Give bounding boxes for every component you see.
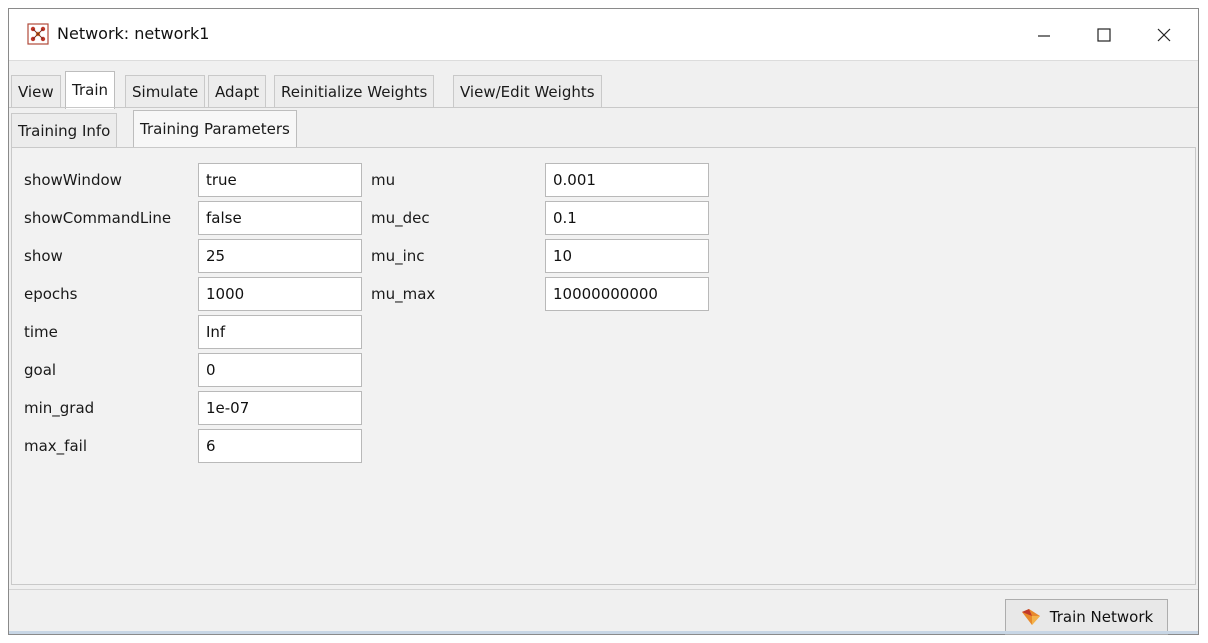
minimize-button[interactable] [1014, 9, 1074, 60]
param-input-showcommandline[interactable] [198, 201, 362, 235]
train-network-label: Train Network [1049, 608, 1154, 626]
param-input-mu[interactable] [545, 163, 709, 197]
tab-view-edit-weights[interactable]: View/Edit Weights [453, 75, 602, 108]
param-label-show: show [24, 247, 63, 265]
tab-training-info[interactable]: Training Info [11, 113, 118, 147]
tab-bar-divider [9, 107, 1198, 108]
footer-divider [9, 589, 1198, 590]
param-label-showcommandline: showCommandLine [24, 209, 172, 227]
window-bottom-edge [9, 631, 1198, 634]
param-input-mu-dec[interactable] [545, 201, 709, 235]
param-label-epochs: epochs [24, 285, 78, 303]
tab-simulate[interactable]: Simulate [125, 75, 206, 108]
tab-view[interactable]: View [11, 75, 61, 108]
tab-view-edit-weights-label: View/Edit Weights [460, 83, 595, 101]
tab-adapt-label: Adapt [215, 83, 260, 101]
tab-training-parameters-label: Training Parameters [140, 120, 290, 138]
param-label-mu: mu [371, 171, 396, 189]
train-network-icon [1021, 609, 1040, 625]
sub-tab-bar: Training Info Training Parameters [9, 110, 1198, 147]
network-app-icon [27, 23, 49, 45]
window-title: Network: network1 [57, 24, 210, 43]
tab-train[interactable]: Train [65, 71, 115, 109]
maximize-button[interactable] [1074, 9, 1134, 60]
param-label-time: time [24, 323, 58, 341]
param-label-mu-inc: mu_inc [371, 247, 425, 265]
tab-simulate-label: Simulate [132, 83, 199, 101]
tab-reinitialize-weights[interactable]: Reinitialize Weights [274, 75, 435, 108]
close-icon [1157, 28, 1171, 41]
param-input-mu-max[interactable] [545, 277, 709, 311]
param-input-mu-inc[interactable] [545, 239, 709, 273]
param-label-goal: goal [24, 361, 57, 379]
param-input-epochs[interactable] [198, 277, 362, 311]
param-label-showwindow: showWindow [24, 171, 122, 189]
param-input-show[interactable] [198, 239, 362, 273]
tab-training-parameters[interactable]: Training Parameters [133, 110, 297, 147]
tab-adapt[interactable]: Adapt [208, 75, 267, 108]
tab-train-label: Train [72, 81, 108, 99]
param-label-mu-max: mu_max [371, 285, 436, 303]
network-window: Network: network1 View Train Simulate Ad… [8, 8, 1199, 635]
param-input-goal[interactable] [198, 353, 362, 387]
main-tab-bar: View Train Simulate Adapt Reinitialize W… [9, 71, 1198, 109]
close-button[interactable] [1134, 9, 1194, 60]
title-bar[interactable]: Network: network1 [9, 9, 1198, 61]
param-input-showwindow[interactable] [198, 163, 362, 197]
maximize-icon [1097, 27, 1111, 42]
param-input-min-grad[interactable] [198, 391, 362, 425]
minimize-icon [1038, 34, 1050, 37]
param-input-max-fail[interactable] [198, 429, 362, 463]
tab-view-label: View [18, 83, 54, 101]
tab-training-info-label: Training Info [18, 122, 111, 140]
param-input-time[interactable] [198, 315, 362, 349]
param-label-mu-dec: mu_dec [371, 209, 430, 227]
param-label-max-fail: max_fail [24, 437, 87, 455]
training-parameters-panel: showWindow showCommandLine show epochs t… [11, 147, 1196, 585]
tab-reinitialize-weights-label: Reinitialize Weights [281, 83, 428, 101]
train-network-button[interactable]: Train Network [1005, 599, 1168, 635]
param-label-min-grad: min_grad [24, 399, 95, 417]
